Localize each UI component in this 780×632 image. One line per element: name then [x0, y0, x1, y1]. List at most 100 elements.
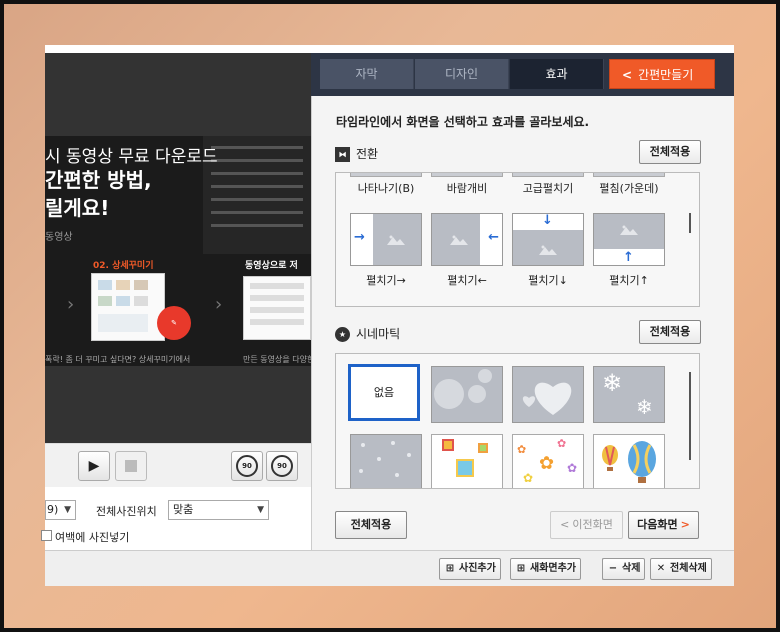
video-small-text: 동영상 [45, 232, 73, 243]
cinematic-balloons-card[interactable] [593, 434, 665, 488]
video-document-image [203, 136, 311, 254]
transition-card-up[interactable]: ↑ [593, 213, 665, 266]
photo-position-label: 전체사진위치 [96, 505, 157, 518]
flower-icon: ✿ [539, 453, 555, 474]
snowflake-icon: ❄ [602, 369, 623, 397]
balloon-icon [602, 441, 656, 483]
video-prev-arrow-icon: › [67, 294, 75, 315]
cinematic-heading: ★ 시네마틱 [335, 325, 400, 342]
rotate-left-button[interactable]: 90 [231, 451, 263, 481]
stop-button[interactable] [115, 451, 147, 481]
transition-item-label[interactable]: 나타나기(B) [348, 180, 424, 196]
simple-make-button[interactable]: < 간편만들기 [609, 59, 715, 89]
tab-subtitle[interactable]: 자막 [320, 59, 414, 89]
margin-photo-checkbox[interactable] [41, 530, 52, 541]
transition-thumb-top [350, 173, 422, 177]
transition-list: 나타나기(B) 바람개비 고급펼치기 펼침(가운데) → ← ↓ ↑ 펼치기→ … [335, 172, 700, 307]
simple-make-label: 간편만들기 [638, 68, 694, 82]
delete-button[interactable]: − 삭제 [602, 558, 646, 580]
transition-thumb-top [593, 173, 665, 177]
cinematic-title: 시네마틱 [356, 327, 401, 341]
transition-item-label[interactable]: 바람개비 [429, 180, 505, 196]
image-icon [620, 224, 638, 235]
chevron-left-icon: < [560, 518, 570, 531]
video-caption-left: 폭락! 좀 더 꾸미고 싶다면? 상세꾸미기에서 [45, 355, 191, 364]
cinematic-snow-card[interactable]: ❄ ❄ [593, 366, 665, 423]
video-title-line2: 간편한 방법, [45, 168, 152, 192]
arrow-up-icon: ↑ [623, 250, 634, 265]
transition-item-label[interactable]: 펼침(가운데) [591, 180, 667, 196]
transition-scrollbar[interactable] [689, 213, 691, 233]
arrow-down-icon: ↓ [542, 213, 553, 228]
video-preview: 시 동영상 무료 다운로드 간편한 방법, 릴게요! 동영상 02. 상세꾸미기… [45, 136, 311, 366]
gift-icon [478, 443, 488, 453]
next-screen-button[interactable]: 다음화면 > [628, 511, 699, 539]
add-photo-label: 사진추가 [459, 563, 496, 574]
cinematic-flowers-card[interactable]: ✿ ✿ ✿ ✿ ✿ [512, 434, 584, 488]
next-screen-label: 다음화면 [637, 518, 678, 531]
cinematic-gifts-card[interactable] [431, 434, 503, 488]
tab-effects[interactable]: 효과 [510, 59, 604, 89]
video-caption-right: 만든 동영상을 다양한 곳 [243, 355, 311, 364]
arrow-left-icon: ← [488, 230, 499, 245]
gift-icon [442, 439, 454, 451]
instruction-text: 타임라인에서 화면을 선택하고 효과를 골라보세요. [336, 115, 590, 129]
flower-icon: ✿ [523, 471, 534, 485]
cinematic-dots-card[interactable] [350, 434, 422, 488]
rotate-right-button[interactable]: 90 [266, 451, 298, 481]
chevron-down-icon: ▼ [257, 505, 264, 515]
tab-design[interactable]: 디자인 [415, 59, 509, 89]
video-step3-label: 동영상으로 저 [245, 261, 298, 271]
transition-card-down[interactable]: ↓ [512, 213, 584, 266]
video-card-image [91, 273, 165, 341]
delete-label: 삭제 [622, 563, 641, 574]
flower-icon: ✿ [517, 443, 527, 456]
snowflake-icon: ❄ [636, 395, 653, 419]
star-icon: ★ [335, 327, 350, 342]
transition-thumb-top [431, 173, 503, 177]
chevron-down-icon: ▼ [64, 505, 71, 515]
cinematic-hearts-card[interactable] [512, 366, 584, 423]
transition-item-label[interactable]: 고급펼치기 [510, 180, 586, 196]
gift-icon [456, 459, 474, 477]
duration-select[interactable]: 9) ▼ [45, 500, 76, 520]
transition-thumb-top [512, 173, 584, 177]
rotate-left-icon: 90 [236, 455, 258, 477]
transition-item-label: 펼치기→ [366, 274, 406, 287]
delete-all-label: 전체삭제 [670, 563, 707, 574]
transition-item-label: 펼치기↓ [528, 274, 568, 287]
prev-screen-label: 이전화면 [572, 518, 613, 531]
arrow-right-icon: → [354, 230, 365, 245]
transition-icon: ⧓ [335, 147, 350, 162]
transition-card-left[interactable]: ← [431, 213, 503, 266]
minus-icon: − [608, 563, 618, 574]
preview-panel: 시 동영상 무료 다운로드 간편한 방법, 릴게요! 동영상 02. 상세꾸미기… [45, 53, 311, 443]
add-screen-icon: ⊞ [516, 563, 526, 574]
video-step2-label: 02. 상세꾸미기 [93, 261, 154, 271]
cinematic-scrollbar[interactable] [689, 372, 691, 460]
add-photo-button[interactable]: ⊞ 사진추가 [439, 558, 501, 580]
duration-select-value: 9) [47, 503, 59, 516]
cinematic-list: 없음 ❄ ❄ ✿ ✿ ✿ ✿ ✿ [335, 353, 700, 489]
photo-position-select[interactable]: 맞춤 ▼ [168, 500, 269, 520]
prev-screen-button[interactable]: < 이전화면 [550, 511, 623, 539]
cinematic-none-card[interactable]: 없음 [348, 364, 420, 421]
delete-all-button[interactable]: ✕ 전체삭제 [650, 558, 712, 580]
cinematic-none-label: 없음 [373, 386, 395, 399]
play-button[interactable]: ▶ [78, 451, 110, 481]
cinematic-bubbles-card[interactable] [431, 366, 503, 423]
add-new-screen-button[interactable]: ⊞ 새화면추가 [510, 558, 581, 580]
add-photo-icon: ⊞ [445, 563, 455, 574]
transition-title: 전환 [356, 147, 379, 161]
video-badge-icon: ✎ [157, 306, 191, 340]
transition-apply-all-button[interactable]: 전체적용 [639, 140, 701, 164]
transition-card-right[interactable]: → [350, 213, 422, 266]
chevron-right-icon: > [680, 518, 690, 531]
flower-icon: ✿ [567, 461, 578, 475]
apply-all-button[interactable]: 전체적용 [335, 511, 407, 539]
image-icon [450, 234, 468, 245]
transition-item-label: 펼치기↑ [609, 274, 649, 287]
transition-heading: ⧓ 전환 [335, 145, 378, 162]
cinematic-apply-all-button[interactable]: 전체적용 [639, 320, 701, 344]
app-window: 시 동영상 무료 다운로드 간편한 방법, 릴게요! 동영상 02. 상세꾸미기… [41, 45, 734, 586]
